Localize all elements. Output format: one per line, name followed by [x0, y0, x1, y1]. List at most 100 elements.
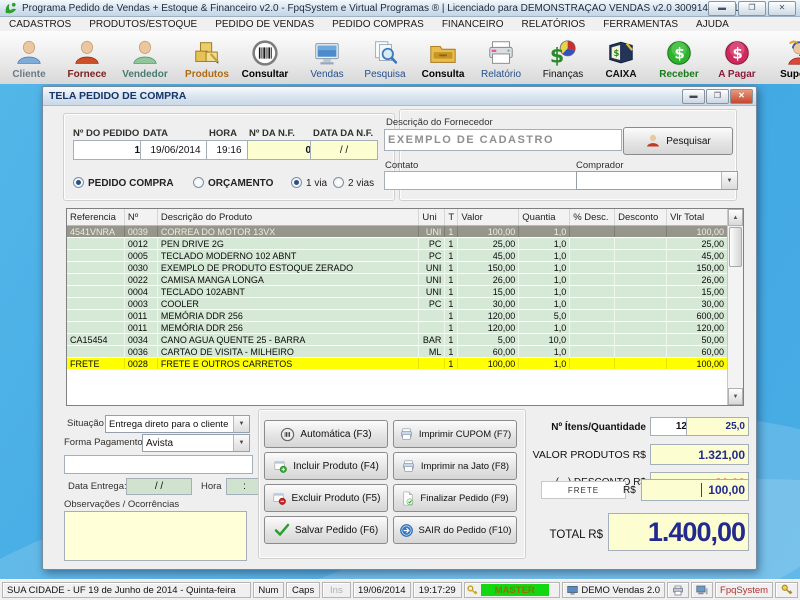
table-vertical-scrollbar[interactable]: ▲ ▼: [727, 209, 743, 405]
cell-total: 120,00: [667, 322, 727, 333]
app-minimize-button[interactable]: ▬: [708, 1, 736, 16]
table-row[interactable]: 0030EXEMPLO DE PRODUTO ESTOQUE ZERADOUNI…: [67, 262, 727, 274]
cell-qty: 1,0: [519, 346, 570, 357]
cell-total: 45,00: [667, 250, 727, 261]
cell-valor: 5,00: [458, 334, 519, 345]
cell-t: 1: [445, 322, 458, 333]
automatica-button[interactable]: Automática (F3): [264, 420, 388, 448]
col-t[interactable]: T: [445, 209, 458, 225]
toolbar-button-suporte[interactable]: Suporte: [770, 31, 800, 84]
col-referencia[interactable]: Referencia: [67, 209, 125, 225]
scroll-up-arrow-icon[interactable]: ▲: [728, 209, 743, 226]
search-supplier-button[interactable]: Pesquisar: [623, 127, 733, 155]
supplier-field[interactable]: EXEMPLO DE CADASTRO: [384, 129, 622, 151]
radio-1-via-dot[interactable]: [291, 177, 302, 188]
radio-1-via[interactable]: 1 via: [291, 173, 327, 191]
frete-field[interactable]: 100,00: [641, 479, 749, 501]
menu-cadastros[interactable]: CADASTROS: [0, 19, 80, 30]
col-numero[interactable]: Nº: [125, 209, 158, 225]
frete-caption-field[interactable]: FRETE: [541, 481, 626, 499]
status-key-segment[interactable]: [775, 582, 798, 598]
menu-ferramentas[interactable]: FERRAMENTAS: [594, 19, 687, 30]
toolbar-button-caixa[interactable]: $ CAIXA: [592, 31, 650, 84]
radio-pedido-compra-dot[interactable]: [73, 177, 84, 188]
table-row[interactable]: 4541VNRA0039CORREA DO MOTOR 13VXUNI1100,…: [67, 226, 727, 238]
table-row[interactable]: 0012PEN DRIVE 2GPC125,001,025,00: [67, 238, 727, 250]
menu-ajuda[interactable]: AJUDA: [687, 19, 738, 30]
radio-pedido-compra[interactable]: PEDIDO COMPRA: [73, 173, 174, 191]
order-no-field[interactable]: 1: [73, 140, 144, 160]
menu-pedido-vendas[interactable]: PEDIDO DE VENDAS: [206, 19, 323, 30]
menu-pedido-compras[interactable]: PEDIDO COMPRAS: [323, 19, 433, 30]
window-close-button[interactable]: ✕: [730, 89, 753, 104]
table-row[interactable]: 0005TECLADO MODERNO 102 ABNTPC145,001,04…: [67, 250, 727, 262]
table-row[interactable]: CA154540034CANO AGUA QUENTE 25 - BARRABA…: [67, 334, 727, 346]
payment-combobox[interactable]: Avista ▼: [142, 434, 250, 452]
nf-date-field[interactable]: / /: [310, 140, 378, 160]
scroll-down-arrow-icon[interactable]: ▼: [728, 388, 743, 405]
toolbar-button-relatorio[interactable]: Relatório: [472, 31, 530, 84]
scrollbar-thumb[interactable]: [729, 227, 742, 267]
app-close-button[interactable]: ✕: [768, 1, 796, 16]
printer-icon: [486, 36, 516, 69]
table-row[interactable]: 0011MEMÓRIA DDR 2561120,001,0120,00: [67, 322, 727, 334]
col-quantia[interactable]: Quantia: [519, 209, 570, 225]
situacao-combobox[interactable]: Entrega direto para o cliente ▼: [105, 415, 250, 433]
status-computer-segment[interactable]: [691, 582, 713, 598]
buyer-combobox[interactable]: ▼: [576, 171, 738, 190]
toolbar-button-consulta[interactable]: Consulta: [414, 31, 472, 84]
radio-2-vias-dot[interactable]: [333, 177, 344, 188]
menu-relatorios[interactable]: RELATÓRIOS: [513, 19, 595, 30]
cell-valor: 150,00: [458, 262, 519, 273]
salvar-pedido-button[interactable]: Salvar Pedido (F6): [264, 516, 388, 544]
radio-2-vias[interactable]: 2 vias: [333, 173, 374, 191]
table-row[interactable]: 0011MEMÓRIA DDR 2561120,005,0600,00: [67, 310, 727, 322]
menu-produtos-estoque[interactable]: PRODUTOS/ESTOQUE: [80, 19, 206, 30]
finalizar-pedido-button[interactable]: Finalizar Pedido (F9): [393, 484, 517, 512]
col-percent-desc[interactable]: % Desc.: [570, 209, 615, 225]
incluir-produto-button[interactable]: Incluir Produto (F4): [264, 452, 388, 480]
document-check-icon: [401, 491, 415, 506]
date-field[interactable]: 19/06/2014: [140, 140, 211, 160]
table-row[interactable]: 0036CARTAO DE VISITA - MILHEIROML160,001…: [67, 346, 727, 358]
cell-desc: CORREA DO MOTOR 13VX: [158, 226, 420, 237]
toolbar-button-consultar[interactable]: Consultar: [236, 31, 294, 84]
status-edition: DEMO Vendas 2.0: [581, 585, 660, 596]
window-minimize-button[interactable]: ▬: [682, 89, 705, 104]
toolbar-button-receber[interactable]: $ Receber: [650, 31, 708, 84]
toolbar-button-financas[interactable]: $ Finanças: [534, 31, 592, 84]
radio-orcamento-dot[interactable]: [193, 177, 204, 188]
col-vlr-total[interactable]: Vlr Total: [667, 209, 727, 225]
delivery-date-field[interactable]: / /: [126, 478, 192, 495]
col-descricao[interactable]: Descrição do Produto: [158, 209, 420, 225]
window-maximize-button[interactable]: ❐: [706, 89, 729, 104]
toolbar-button-vendedor[interactable]: Vendedor: [116, 31, 174, 84]
contact-field[interactable]: [384, 171, 578, 190]
cell-total: 26,00: [667, 274, 727, 285]
payment-extra-field[interactable]: [64, 455, 253, 474]
col-valor[interactable]: Valor: [458, 209, 519, 225]
toolbar-button-vendas[interactable]: Vendas: [298, 31, 356, 84]
time-field[interactable]: 19:16: [206, 140, 252, 160]
toolbar-button-fornece[interactable]: Fornece: [58, 31, 116, 84]
table-row[interactable]: 0022CAMISA MANGA LONGAUNI126,001,026,00: [67, 274, 727, 286]
table-row[interactable]: 0004TECLADO 102ABNTUNI115,001,015,00: [67, 286, 727, 298]
toolbar-button-apagar[interactable]: $ A Pagar: [708, 31, 766, 84]
toolbar-button-produtos[interactable]: Produtos: [178, 31, 236, 84]
table-row[interactable]: 0003COOLERPC130,001,030,00: [67, 298, 727, 310]
excluir-produto-button[interactable]: Excluir Produto (F5): [264, 484, 388, 512]
sair-pedido-button[interactable]: SAIR do Pedido (F10): [393, 516, 517, 544]
toolbar-button-pesquisa[interactable]: Pesquisa: [356, 31, 414, 84]
scrollbar-track[interactable]: [728, 268, 743, 388]
status-printer-segment[interactable]: [667, 582, 689, 598]
app-title: Programa Pedido de Vendas + Estoque & Fi…: [22, 3, 754, 14]
menu-financeiro[interactable]: FINANCEIRO: [433, 19, 513, 30]
observations-textarea[interactable]: [64, 511, 247, 561]
col-uni[interactable]: Uni: [419, 209, 445, 225]
app-restore-button[interactable]: ❐: [738, 1, 766, 16]
col-desconto[interactable]: Desconto: [615, 209, 667, 225]
table-row[interactable]: FRETE0028FRETE E OUTROS CARRETOS1100,001…: [67, 358, 727, 370]
radio-orcamento[interactable]: ORÇAMENTO: [193, 173, 273, 191]
toolbar-button-cliente[interactable]: Cliente: [0, 31, 58, 84]
nf-number-field[interactable]: 0: [247, 140, 315, 160]
